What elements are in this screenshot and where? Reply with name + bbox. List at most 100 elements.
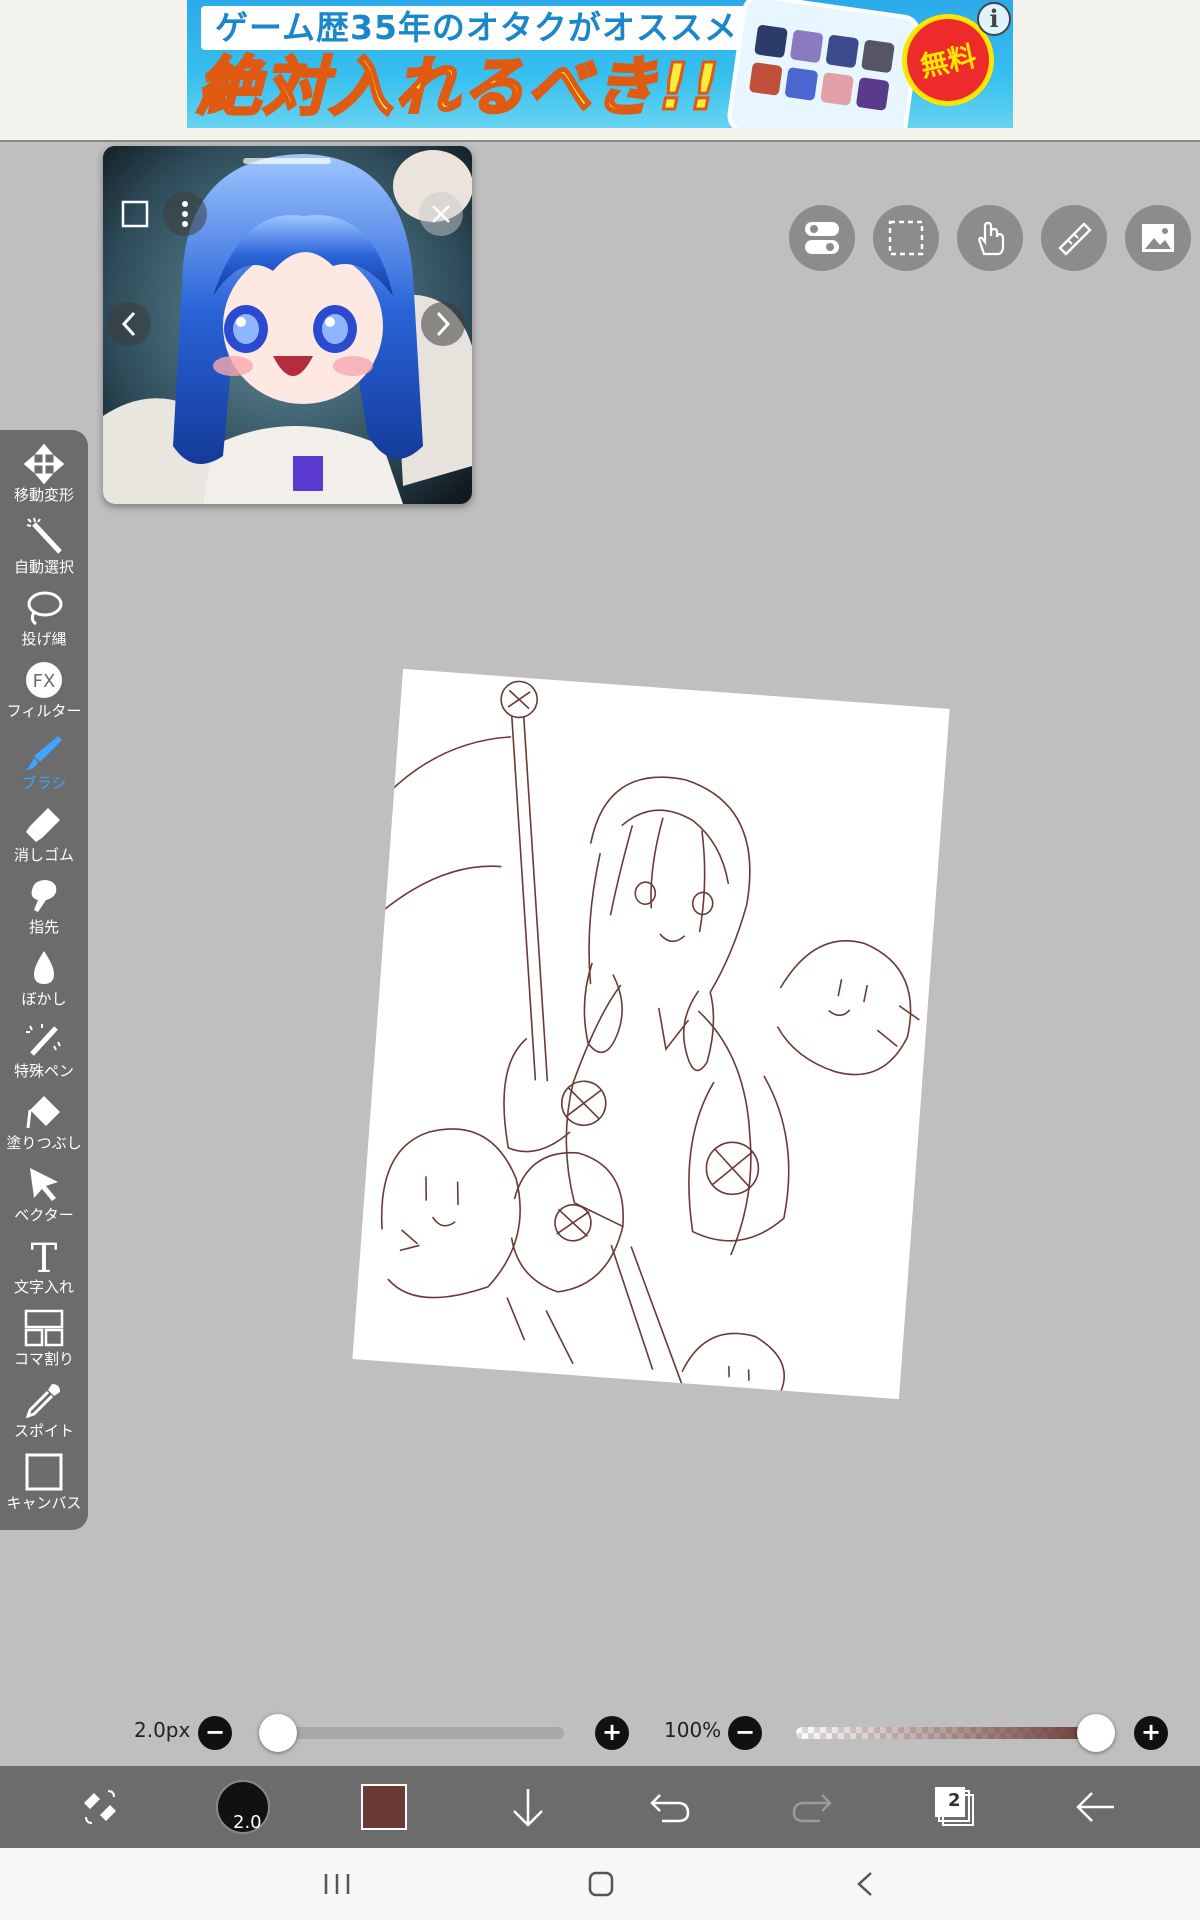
tool-label: ベクター: [14, 1206, 74, 1224]
tool-special-pen[interactable]: 特殊ペン: [0, 1018, 88, 1090]
tool-label: 特殊ペン: [13, 1062, 74, 1080]
opacity-minus-button[interactable]: −: [728, 1716, 762, 1750]
home-button[interactable]: [561, 1862, 641, 1906]
image-button[interactable]: [1125, 205, 1191, 271]
tool-panel: 移動変形 自動選択 投げ縄 FX フィルター ブラシ 消しゴム 指先 ぼかし 特…: [0, 430, 88, 1530]
ad-banner[interactable]: ゲーム歴35年のオタクがオススメ 絶対入れるべき!! 無料 i: [187, 0, 1013, 128]
chevron-left-icon: [857, 1872, 872, 1896]
tool-eyedropper[interactable]: スポイト: [0, 1378, 88, 1450]
system-nav-bar: [0, 1848, 1200, 1920]
drag-handle[interactable]: [243, 158, 331, 164]
svg-text:T: T: [31, 1236, 58, 1276]
sketch-drawing: [373, 680, 920, 1392]
text-icon: T: [31, 1236, 58, 1276]
brush-size-value: 2.0: [233, 1812, 262, 1833]
brush-size-knob[interactable]: [259, 1714, 297, 1752]
toggle-button[interactable]: [789, 205, 855, 271]
brush-size-button[interactable]: 2.0: [183, 1766, 303, 1848]
brush-size-minus-button[interactable]: −: [198, 1716, 232, 1750]
arrow-left-icon: [1076, 1792, 1114, 1822]
swap-brush-eraser-icon: [84, 1790, 116, 1824]
brush-size-slider[interactable]: [264, 1727, 564, 1739]
tool-frame-divide[interactable]: コマ割り: [0, 1306, 88, 1378]
finger-icon: [31, 880, 57, 912]
download-button[interactable]: [468, 1766, 588, 1848]
tool-text[interactable]: T 文字入れ: [0, 1234, 88, 1306]
tool-label: ブラシ: [21, 774, 67, 792]
fx-icon: FX: [26, 662, 62, 698]
tool-label: 指先: [28, 918, 59, 936]
blur-drop-icon: [34, 951, 54, 984]
tool-canvas[interactable]: キャンバス: [0, 1450, 88, 1522]
lasso-icon: [27, 591, 63, 626]
selection-icon: [888, 220, 924, 256]
system-back-button[interactable]: [825, 1862, 905, 1906]
tool-label: コマ割り: [13, 1350, 74, 1368]
redo-button[interactable]: [752, 1766, 872, 1848]
tool-lasso[interactable]: 投げ縄: [0, 586, 88, 658]
tool-brush[interactable]: ブラシ: [0, 730, 88, 802]
tool-label: 投げ縄: [21, 630, 67, 648]
ad-tagline: 絶対入れるべき!!: [195, 51, 722, 126]
current-color-swatch: [361, 1784, 407, 1830]
image-icon: [1142, 224, 1174, 252]
opacity-knob[interactable]: [1077, 1714, 1115, 1752]
tool-label: 移動変形: [13, 486, 74, 504]
tool-move[interactable]: 移動変形: [0, 442, 88, 514]
swap-tool-button[interactable]: [40, 1766, 160, 1848]
tool-blur[interactable]: ぼかし: [0, 946, 88, 1018]
back-button[interactable]: [1036, 1766, 1156, 1848]
opacity-plus-button[interactable]: +: [1134, 1716, 1168, 1750]
tool-filter[interactable]: FX フィルター: [0, 658, 88, 730]
tool-finger[interactable]: 指先: [0, 874, 88, 946]
layers-button[interactable]: 2: [895, 1766, 1015, 1848]
eyedropper-icon: [25, 1384, 60, 1419]
tool-label: ぼかし: [21, 990, 67, 1008]
brush-size-label: 2.0px: [134, 1718, 191, 1742]
redo-icon: [792, 1794, 832, 1823]
opacity-slider[interactable]: [796, 1727, 1096, 1739]
bottom-toolbar: 2.0 2: [0, 1766, 1200, 1848]
hand-icon: [978, 221, 1005, 256]
hand-button[interactable]: [957, 205, 1023, 271]
undo-button[interactable]: [610, 1766, 730, 1848]
move-icon: [24, 444, 64, 484]
tool-eraser[interactable]: 消しゴム: [0, 802, 88, 874]
tool-label: スポイト: [13, 1422, 74, 1440]
recent-apps-button[interactable]: [297, 1862, 377, 1906]
brush-settings-row: 2.0px − + 100% − +: [0, 1700, 1200, 1766]
tool-fill[interactable]: 塗りつぶし: [0, 1090, 88, 1162]
more-vert-icon[interactable]: [163, 192, 207, 236]
chevron-left-icon[interactable]: [107, 302, 151, 346]
ad-bar: ゲーム歴35年のオタクがオススメ 絶対入れるべき!! 無料 i: [0, 0, 1200, 142]
square-icon[interactable]: [113, 192, 157, 236]
ruler-button[interactable]: [1041, 205, 1107, 271]
brush-size-plus-button[interactable]: +: [595, 1716, 629, 1750]
tool-label: 文字入れ: [13, 1278, 74, 1296]
selection-button[interactable]: [873, 205, 939, 271]
tool-label: 自動選択: [13, 558, 74, 576]
special-pen-icon: [26, 1024, 61, 1056]
vector-arrow-icon: [30, 1168, 58, 1201]
tool-label: 消しゴム: [13, 846, 74, 864]
drawing-canvas[interactable]: [352, 668, 950, 1400]
tool-label: 塗りつぶし: [6, 1134, 82, 1152]
tool-auto-select[interactable]: 自動選択: [0, 514, 88, 586]
color-button[interactable]: [324, 1766, 444, 1848]
recent-apps-icon: [324, 1874, 350, 1894]
ruler-icon: [1058, 222, 1092, 256]
reference-image: [103, 146, 472, 504]
tool-label: キャンバス: [6, 1494, 82, 1512]
info-icon[interactable]: i: [977, 2, 1011, 36]
tool-vector[interactable]: ベクター: [0, 1162, 88, 1234]
chevron-right-icon[interactable]: [421, 302, 465, 346]
fill-icon: [26, 1096, 60, 1129]
opacity-label: 100%: [664, 1718, 722, 1742]
ad-headline: ゲーム歴35年のオタクがオススメ: [201, 6, 752, 50]
close-icon[interactable]: [419, 192, 463, 236]
svg-text:FX: FX: [33, 671, 56, 692]
toggle-icon: [805, 222, 839, 254]
home-icon: [588, 1871, 614, 1897]
reference-window[interactable]: [103, 146, 472, 504]
undo-icon: [650, 1794, 690, 1823]
